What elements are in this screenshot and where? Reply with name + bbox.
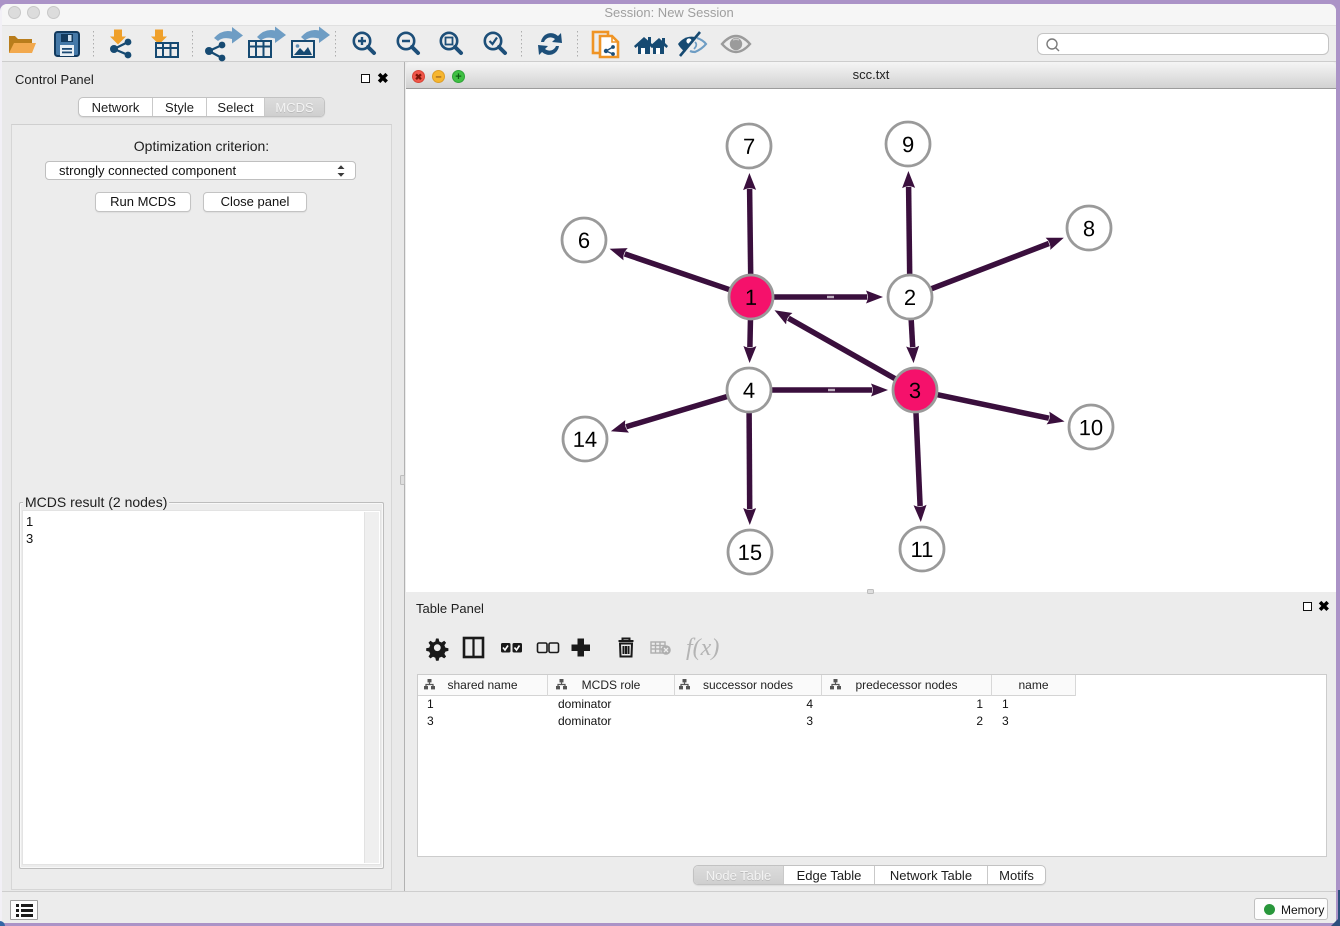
svg-text:8: 8 [1083,216,1095,241]
svg-text:4: 4 [743,378,755,403]
svg-text:14: 14 [573,427,597,452]
svg-text:10: 10 [1079,415,1103,440]
svg-text:6: 6 [578,228,590,253]
svg-text:f(x): f(x) [686,635,719,661]
svg-text:7: 7 [743,134,755,159]
svg-text:3: 3 [909,378,921,403]
svg-text:1: 1 [745,285,757,310]
svg-text:2: 2 [904,285,916,310]
svg-text:11: 11 [910,537,933,562]
svg-text:9: 9 [902,132,914,157]
svg-text:15: 15 [738,540,762,565]
